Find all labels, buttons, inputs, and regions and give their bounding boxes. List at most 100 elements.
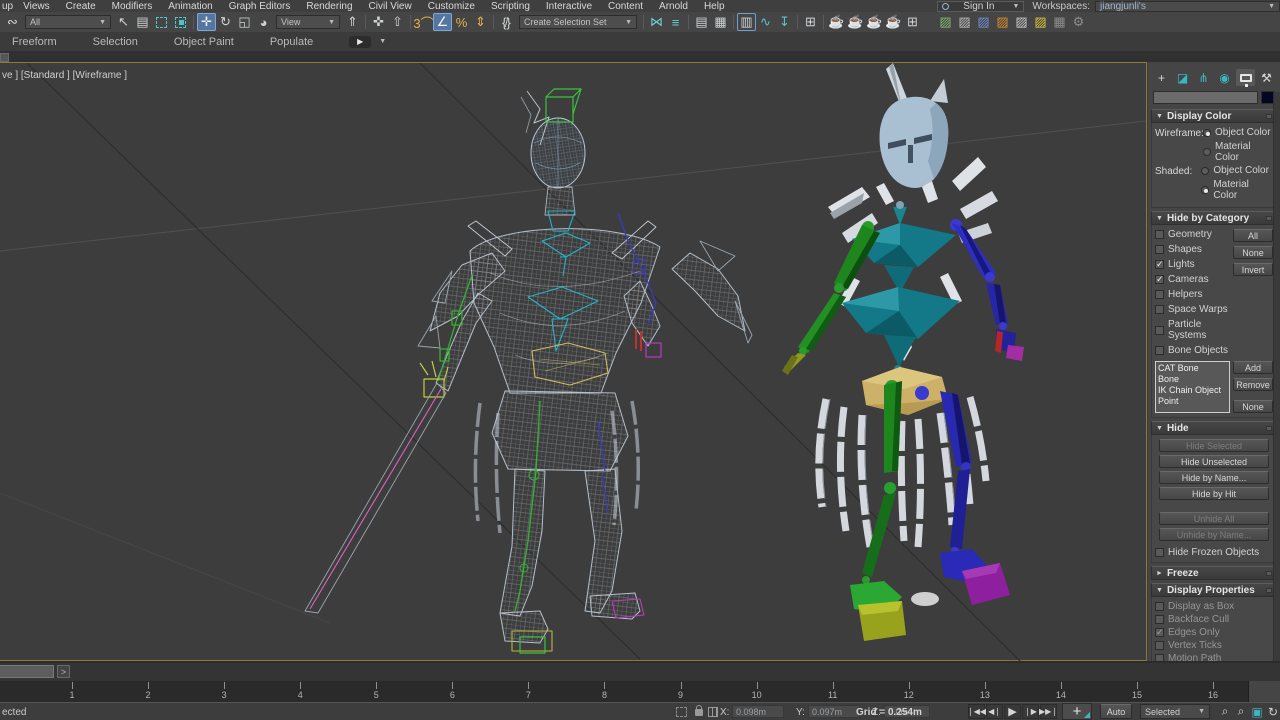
rigged-character[interactable] <box>782 63 1024 641</box>
key-filters-dropdown[interactable]: Selected ▼ <box>1140 704 1210 719</box>
menu-item-animation[interactable]: Animation <box>160 1 220 12</box>
auto-key-button[interactable]: Auto <box>1100 704 1132 719</box>
video-dropdown-icon[interactable]: ▶ <box>349 36 371 48</box>
zoom-extents-icon[interactable]: ▣ <box>1250 704 1264 719</box>
checkbox-motion-path[interactable]: Motion Path <box>1155 653 1273 661</box>
go-to-start-button[interactable]: ❘◀◀ <box>968 704 985 719</box>
tab-utilities[interactable]: ⚒ <box>1257 69 1276 86</box>
select-and-manipulate-icon[interactable]: ✜ <box>369 13 388 31</box>
list-item[interactable]: IK Chain Object <box>1158 385 1227 396</box>
remove-button[interactable]: Remove <box>1233 378 1273 391</box>
cube-arrow-up-icon[interactable]: ▨ <box>936 13 955 31</box>
object-name-field[interactable] <box>1153 91 1258 104</box>
go-to-end-button[interactable]: ▶▶❘ <box>1040 704 1057 719</box>
checkbox-helpers[interactable]: Helpers <box>1155 289 1233 300</box>
scene-explorer-icon[interactable]: ▤ <box>692 13 711 31</box>
reference-coordinate-dropdown[interactable]: View▼ <box>276 15 340 29</box>
dope-sheet-icon[interactable]: ↧ <box>775 13 794 31</box>
cube-plane-icon[interactable]: ▨ <box>974 13 993 31</box>
mirror-icon[interactable]: ⋈ <box>647 13 666 31</box>
tab-modify[interactable]: ◪ <box>1173 69 1192 86</box>
checkbox-hide-frozen-objects[interactable]: Hide Frozen Objects <box>1155 547 1273 558</box>
time-slider-handle[interactable] <box>0 665 54 678</box>
named-selection-set-dropdown[interactable]: Create Selection Set▼ <box>519 15 637 29</box>
play-button[interactable]: ▶ <box>1004 704 1021 719</box>
tab-hierarchy[interactable]: ⋔ <box>1194 69 1213 86</box>
rendered-frame-icon[interactable]: ☕ <box>865 13 884 31</box>
radio-material-color[interactable]: Material Color <box>1203 141 1273 163</box>
radio-object-color[interactable]: Object Color <box>1203 127 1273 138</box>
edit-named-selection-icon[interactable]: {̸} <box>497 13 516 31</box>
none-button[interactable]: None <box>1233 246 1273 259</box>
next-frame-button[interactable]: ❘▶ <box>1022 704 1039 719</box>
select-object-icon[interactable]: ↖ <box>114 13 133 31</box>
schematic-view-icon[interactable]: ⊞ <box>801 13 820 31</box>
select-and-move-icon[interactable]: ✛ <box>197 13 216 31</box>
cube-orange-icon[interactable]: ▨ <box>993 13 1012 31</box>
list-item[interactable]: CAT Bone <box>1158 363 1227 374</box>
rollout-drag-nub[interactable] <box>1266 216 1272 221</box>
menu-item-customize[interactable]: Customize <box>420 1 483 12</box>
selection-lock-icon[interactable] <box>695 709 703 716</box>
isolate-selection-icon[interactable] <box>676 707 687 717</box>
rollout-drag-nub[interactable] <box>1266 114 1272 119</box>
checkbox-particle-systems[interactable]: Particle Systems <box>1155 319 1233 341</box>
none-button[interactable]: None <box>1233 400 1273 413</box>
ribbon-tab-object-paint[interactable]: Object Paint <box>174 36 234 48</box>
checkbox-vertex-ticks[interactable]: Vertex Ticks <box>1155 640 1273 651</box>
tab-display[interactable] <box>1236 69 1255 86</box>
hide-unselected-button[interactable]: Hide Unselected <box>1159 455 1269 468</box>
rollout-header-display-color[interactable]: ▼ Display Color <box>1151 109 1277 123</box>
rectangular-selection-region-icon[interactable] <box>152 13 171 31</box>
hand-cube-icon[interactable]: ▨ <box>1012 13 1031 31</box>
menu-item-help[interactable]: Help <box>696 1 733 12</box>
ribbon-toggle-icon[interactable]: ▥ <box>737 13 756 31</box>
viewport-label[interactable]: ve ] [Standard ] [Wireframe ] <box>2 70 127 81</box>
list-item[interactable]: Bone <box>1158 374 1227 385</box>
rollout-header-hide-by-category[interactable]: ▼ Hide by Category <box>1151 211 1277 225</box>
menu-item-interactive[interactable]: Interactive <box>538 1 600 12</box>
zoom-all-icon[interactable]: ⌕ <box>1234 704 1248 719</box>
menu-item-create[interactable]: Create <box>58 1 104 12</box>
rollout-header-freeze[interactable]: ► Freeze <box>1151 566 1277 580</box>
selection-filter-dropdown[interactable]: All▼ <box>25 15 111 29</box>
select-and-rotate-icon[interactable]: ↻ <box>216 13 235 31</box>
track-bar[interactable]: 12345678910111213141516 <box>0 681 1280 702</box>
rollout-drag-nub[interactable] <box>1266 571 1272 576</box>
zoom-icon[interactable]: ⌕ <box>1218 704 1232 719</box>
gear-icon[interactable]: ⚙ <box>1069 13 1088 31</box>
hide-by-name-button[interactable]: Hide by Name... <box>1159 471 1269 484</box>
material-editor-icon[interactable]: ☕ <box>827 13 846 31</box>
cube-select-icon[interactable]: ▨ <box>955 13 974 31</box>
transform-type-in-icon[interactable] <box>708 707 718 717</box>
sign-in-dropdown[interactable]: Sign In ▼ <box>937 1 1024 12</box>
menu-item-views[interactable]: Views <box>21 1 58 12</box>
workspace-dropdown[interactable]: jiangjunli's ▼ <box>1095 1 1280 12</box>
checkbox-edges-only[interactable]: Edges Only <box>1155 627 1273 638</box>
ribbon-tab-freeform[interactable]: Freeform <box>12 36 57 48</box>
ribbon-tab-selection[interactable]: Selection <box>93 36 138 48</box>
render-setup-icon[interactable]: ☕ <box>846 13 865 31</box>
rollout-header-display-properties[interactable]: ▼ Display Properties <box>1151 583 1277 597</box>
menu-item-rendering[interactable]: Rendering <box>298 1 360 12</box>
asset-library-icon[interactable]: ⊞ <box>903 13 922 31</box>
menu-item-clipped[interactable]: up <box>0 1 21 12</box>
window-crossing-toggle-icon[interactable] <box>171 13 190 31</box>
select-and-place-icon[interactable]: ◕ <box>254 13 273 31</box>
select-and-link-icon[interactable]: ∾ <box>3 13 22 31</box>
tab-create[interactable]: + <box>1152 69 1171 86</box>
viewport-canvas[interactable] <box>0 63 1146 661</box>
menu-item-scripting[interactable]: Scripting <box>483 1 538 12</box>
percent-snap-icon[interactable]: % <box>452 13 471 31</box>
y-coordinate-field[interactable]: 0.097m <box>808 705 860 718</box>
angle-snap-icon[interactable]: ∠ <box>433 13 452 31</box>
list-item[interactable]: Point <box>1158 396 1227 407</box>
layer-explorer-icon[interactable]: ▦ <box>711 13 730 31</box>
next-frame-arrow-button[interactable]: > <box>57 665 70 678</box>
all-button[interactable]: All <box>1233 229 1273 242</box>
ribbon-tab-populate[interactable]: Populate <box>270 36 313 48</box>
use-pivot-center-icon[interactable]: ⇑ <box>343 13 362 31</box>
panel-scrollbar[interactable] <box>1273 92 1280 661</box>
viewport[interactable]: ve ] [Standard ] [Wireframe ] <box>0 62 1147 661</box>
menu-item-content[interactable]: Content <box>600 1 651 12</box>
